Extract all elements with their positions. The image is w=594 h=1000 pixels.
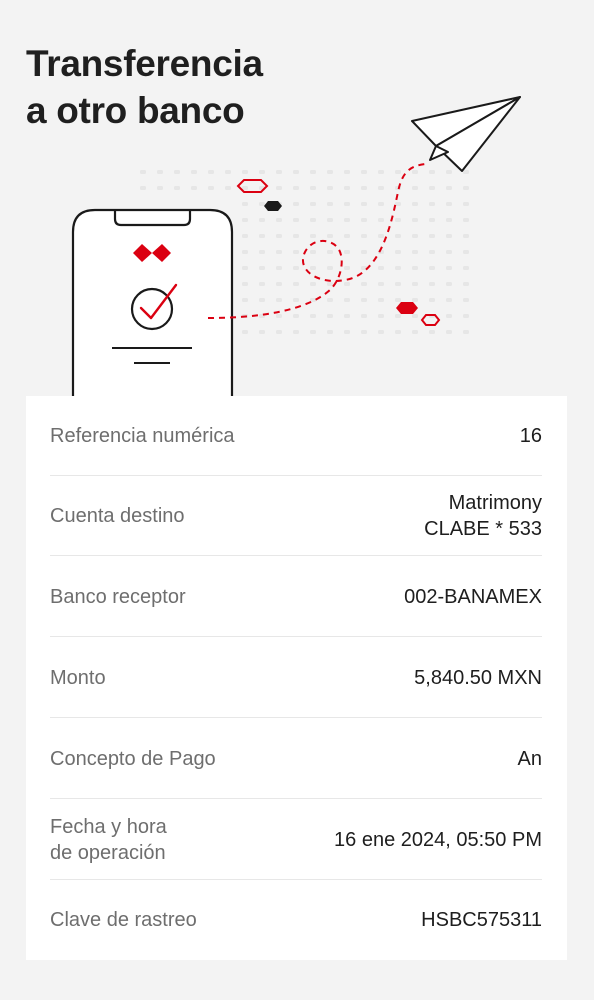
detail-row-monto: Monto 5,840.50 MXN [50,637,542,718]
detail-row-clave-rastreo: Clave de rastreo HSBC575311 [50,880,542,960]
cuenta-destino-name: Matrimony [448,492,542,514]
detail-row-referencia: Referencia numérica 16 [50,396,542,476]
referencia-label: Referencia numérica [50,425,235,447]
hexagon-filled-red-icon [396,302,418,314]
cuenta-destino-clabe: CLABE * 533 [424,518,542,540]
dashed-route-line [207,163,426,319]
detail-row-banco-receptor: Banco receptor 002-BANAMEX [50,556,542,637]
monto-label: Monto [50,666,106,689]
banco-receptor-label: Banco receptor [50,585,186,608]
phone-icon [71,208,234,396]
cuenta-destino-value: Matrimony CLABE * 533 [424,490,542,542]
transfer-details-card: Referencia numérica 16 Cuenta destino Ma… [26,396,567,960]
monto-value: 5,840.50 MXN [414,666,542,689]
transfer-illustration [71,96,521,396]
fecha-hora-value: 16 ene 2024, 05:50 PM [334,828,542,851]
clave-rastreo-value: HSBC575311 [421,909,542,931]
detail-row-concepto: Concepto de Pago An [50,718,542,799]
concepto-label: Concepto de Pago [50,747,216,770]
fecha-hora-label: Fecha y hora de operación [50,815,167,864]
detail-row-cuenta-destino: Cuenta destino Matrimony CLABE * 533 [50,476,542,556]
clave-rastreo-label: Clave de rastreo [50,909,197,931]
paper-plane-icon [411,96,521,172]
referencia-value: 16 [519,425,542,447]
concepto-value: An [517,747,542,770]
banco-receptor-value: 002-BANAMEX [404,585,542,608]
detail-row-fecha-hora: Fecha y hora de operación 16 ene 2024, 0… [50,799,542,880]
cuenta-destino-label: Cuenta destino [50,505,185,527]
